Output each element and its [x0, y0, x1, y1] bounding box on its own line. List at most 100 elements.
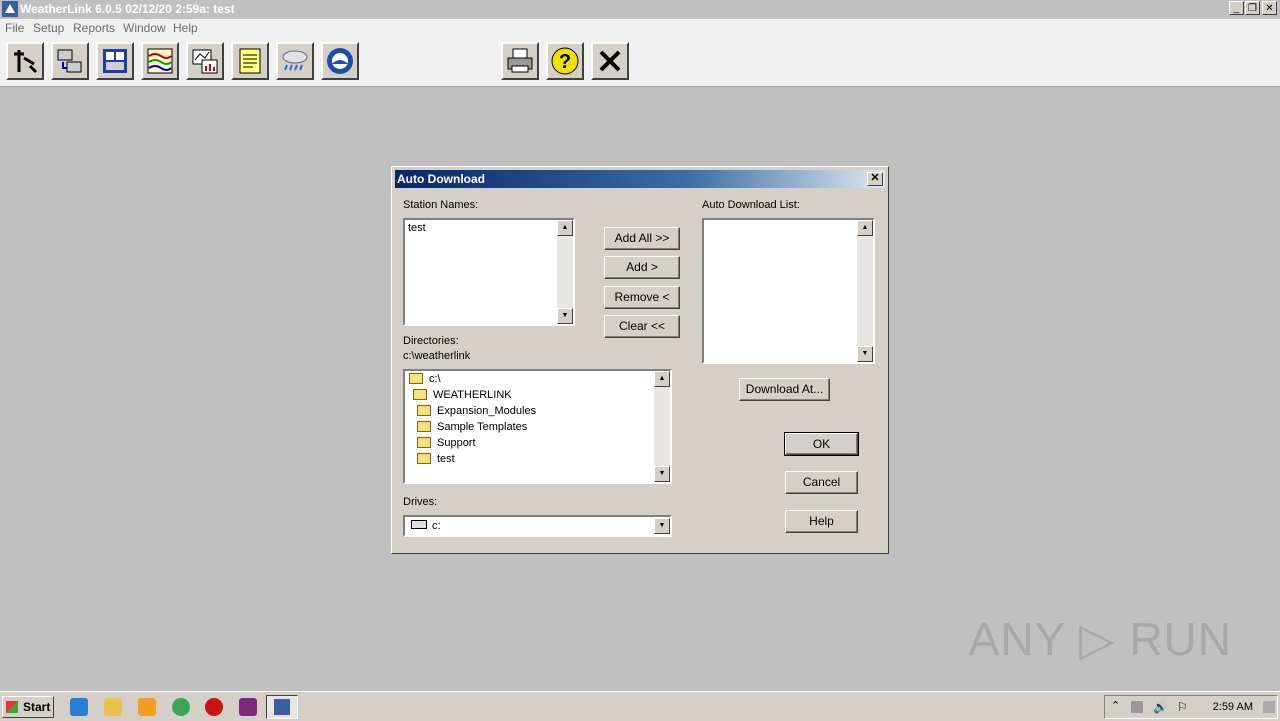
ie-icon[interactable] — [70, 698, 88, 716]
directories-label: Directories: — [403, 335, 459, 347]
window-title: WeatherLink 6.0.5 02/12/20 2:59a: test — [20, 2, 235, 16]
start-button[interactable]: Start — [2, 696, 54, 718]
close-button[interactable]: ✕ — [1262, 1, 1277, 15]
download-at-button[interactable]: Download At... — [739, 378, 830, 401]
cancel-button[interactable]: Cancel — [785, 471, 858, 494]
station-item[interactable]: test — [408, 222, 426, 234]
chrome-icon[interactable] — [172, 698, 190, 716]
folder-icon — [417, 453, 431, 464]
scroll-up-icon[interactable]: ▲ — [654, 371, 670, 387]
winrar-icon[interactable] — [239, 698, 257, 716]
scroll-up-icon[interactable]: ▲ — [857, 220, 873, 236]
connect-button[interactable] — [51, 42, 89, 80]
bulletin-button[interactable] — [96, 42, 134, 80]
scroll-down-icon[interactable]: ▼ — [654, 466, 670, 482]
windows-logo-icon — [6, 701, 18, 713]
scroll-down-icon[interactable]: ▼ — [857, 346, 873, 362]
title-bar: WeatherLink 6.0.5 02/12/20 2:59a: test _… — [0, 0, 1280, 18]
summary-button[interactable] — [186, 42, 224, 80]
system-tray: ⌃ 🔊 ⚐ 2:59 AM — [1104, 695, 1278, 719]
notes-button[interactable] — [231, 42, 269, 80]
print-icon — [507, 48, 533, 73]
tree-item[interactable]: c:\ — [409, 373, 441, 385]
connect-icon — [57, 49, 82, 73]
tree-item[interactable]: Expansion_Modules — [417, 405, 536, 417]
menu-window[interactable]: Window — [123, 21, 166, 35]
minimize-button[interactable]: _ — [1229, 1, 1244, 15]
ok-button[interactable]: OK — [784, 432, 859, 456]
drive-icon — [411, 520, 427, 529]
tree-item[interactable]: Support — [417, 437, 476, 449]
scroll-down-icon[interactable]: ▼ — [557, 308, 573, 324]
station-names-label: Station Names: — [403, 199, 479, 211]
folder-icon — [417, 421, 431, 432]
tree-item[interactable]: test — [417, 453, 455, 465]
weatherlink-app-icon — [2, 1, 18, 17]
watermark: ANY ▷ RUN — [968, 613, 1232, 665]
add-all-button[interactable]: Add All >> — [604, 227, 680, 250]
exit-button[interactable] — [591, 42, 629, 80]
directory-tree[interactable]: c:\ WEATHERLINK Expansion_Modules Sample… — [403, 369, 672, 484]
clock[interactable]: 2:59 AM — [1213, 701, 1253, 713]
summary-icon — [192, 49, 218, 74]
dialog-title: Auto Download — [397, 172, 485, 186]
noaa-icon — [327, 48, 353, 74]
tree-item[interactable]: Sample Templates — [417, 421, 527, 433]
help-toolbar-button[interactable]: ? — [546, 42, 584, 80]
menu-bar: File Setup Reports Window Help — [0, 19, 1280, 37]
print-button[interactable] — [501, 42, 539, 80]
notes-icon — [239, 48, 261, 74]
scroll-up-icon[interactable]: ▲ — [557, 220, 573, 236]
menu-file[interactable]: File — [5, 21, 24, 35]
tree-item[interactable]: WEATHERLINK — [413, 389, 512, 401]
volume-icon[interactable]: 🔊 — [1153, 700, 1168, 714]
plot-icon — [147, 48, 173, 74]
select-station-button[interactable] — [6, 42, 44, 80]
current-directory: c:\weatherlink — [403, 350, 471, 362]
show-desktop-icon[interactable] — [1263, 701, 1275, 713]
exit-icon — [599, 50, 621, 72]
help-button[interactable]: Help — [785, 510, 858, 533]
drives-select[interactable]: c: ▼ — [403, 515, 672, 537]
weather-button[interactable] — [276, 42, 314, 80]
drive-value: c: — [432, 520, 441, 532]
clear-button[interactable]: Clear << — [604, 315, 680, 338]
svg-text:?: ? — [559, 51, 571, 73]
restore-button[interactable]: ❐ — [1245, 1, 1260, 15]
show-hidden-icons-icon[interactable]: ⌃ — [1111, 699, 1120, 712]
start-label: Start — [23, 700, 51, 714]
weatherlink-task-button[interactable] — [266, 695, 298, 719]
media-player-icon[interactable] — [138, 698, 156, 716]
dialog-close-button[interactable]: ✕ — [867, 172, 883, 186]
action-center-icon[interactable] — [1131, 701, 1143, 713]
menu-reports[interactable]: Reports — [73, 21, 115, 35]
drives-label: Drives: — [403, 496, 438, 508]
plot-button[interactable] — [141, 42, 179, 80]
toolbar: ? — [0, 37, 1280, 87]
bulletin-icon — [103, 49, 127, 73]
dialog-title-bar: Auto Download ✕ — [395, 170, 885, 188]
auto-download-list-label: Auto Download List: — [702, 199, 800, 211]
opera-icon[interactable] — [205, 698, 223, 716]
folder-icon — [417, 405, 431, 416]
station-names-list[interactable]: test ▲ ▼ — [403, 218, 575, 326]
auto-download-dialog: Auto Download ✕ Station Names: test ▲ ▼ … — [391, 166, 889, 554]
flag-icon[interactable]: ⚐ — [1177, 700, 1188, 714]
auto-list-scrollbar[interactable]: ▲ ▼ — [857, 220, 873, 362]
weatherlink-icon — [274, 699, 290, 715]
add-button[interactable]: Add > — [604, 256, 680, 279]
weather-icon — [282, 50, 308, 71]
menu-setup[interactable]: Setup — [33, 21, 64, 35]
open-folder-icon — [413, 389, 427, 400]
help-icon: ? — [551, 47, 579, 75]
select-station-icon — [14, 50, 38, 74]
tree-scrollbar[interactable]: ▲ ▼ — [654, 371, 670, 482]
station-list-scrollbar[interactable]: ▲ ▼ — [557, 220, 573, 324]
noaa-button[interactable] — [321, 42, 359, 80]
folder-icon — [417, 437, 431, 448]
auto-download-list[interactable]: ▲ ▼ — [702, 218, 875, 364]
explorer-icon[interactable] — [104, 698, 122, 716]
remove-button[interactable]: Remove < — [604, 286, 680, 309]
menu-help[interactable]: Help — [173, 21, 198, 35]
chevron-down-icon[interactable]: ▼ — [654, 518, 670, 534]
